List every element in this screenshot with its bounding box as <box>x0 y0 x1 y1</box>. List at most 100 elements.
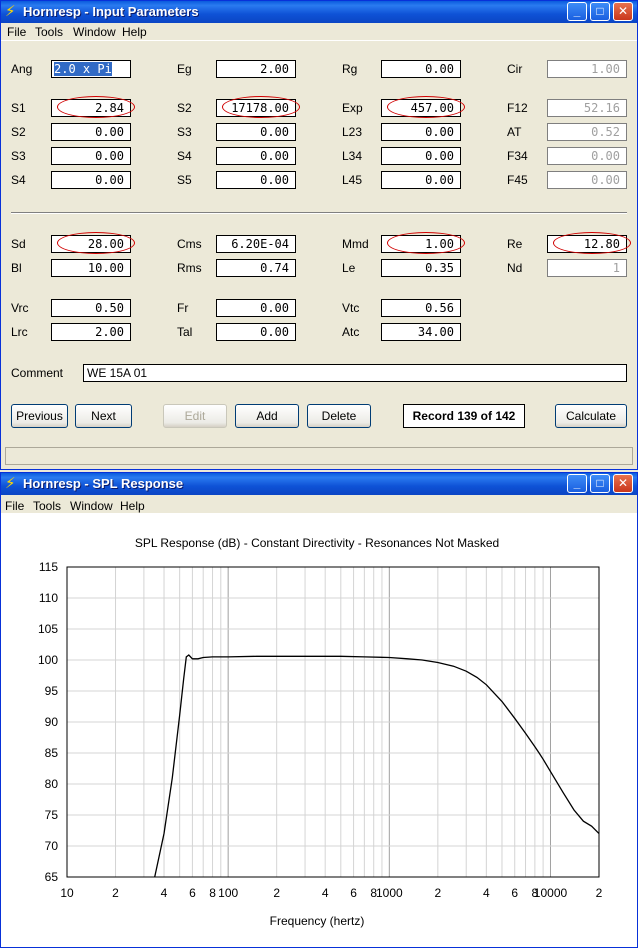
y-tick-label: 115 <box>39 560 58 574</box>
param-field-nd[interactable]: 1 <box>547 259 627 277</box>
param-field-vtc[interactable]: 0.56 <box>381 299 461 317</box>
y-tick-label: 90 <box>45 715 59 729</box>
param-label-cir: Cir <box>507 62 523 76</box>
param-label-s4: S4 <box>177 149 192 163</box>
param-field-fr[interactable]: 0.00 <box>216 299 296 317</box>
chart-title: SPL Response (dB) - Constant Directivity… <box>135 536 499 550</box>
param-field-cms[interactable]: 6.20E-04 <box>216 235 296 253</box>
param-field-s3[interactable]: 0.00 <box>51 147 131 165</box>
param-field-eg[interactable]: 2.00 <box>216 60 296 78</box>
status-bar <box>5 447 633 465</box>
param-field-rms[interactable]: 0.74 <box>216 259 296 277</box>
next-button[interactable]: Next <box>75 404 132 428</box>
param-field-atc[interactable]: 34.00 <box>381 323 461 341</box>
param-label-mmd: Mmd <box>342 237 369 251</box>
param-label-ang: Ang <box>11 62 33 76</box>
param-field-ang[interactable]: 2.0 x Pi <box>51 60 131 78</box>
menu-tools[interactable]: Tools <box>35 25 63 39</box>
param-field-mmd[interactable]: 1.00 <box>381 235 461 253</box>
menu-help[interactable]: Help <box>122 25 147 39</box>
window-title: Hornresp - SPL Response <box>23 476 184 491</box>
param-label-nd: Nd <box>507 261 523 275</box>
menu-tools[interactable]: Tools <box>33 499 61 513</box>
param-label-s3: S3 <box>11 149 26 163</box>
param-label-cms: Cms <box>177 237 202 251</box>
param-label-vtc: Vtc <box>342 301 360 315</box>
spl-chart: SPL Response (dB) - Constant Directivity… <box>1 513 637 947</box>
maximize-icon[interactable]: □ <box>590 2 610 21</box>
add-button[interactable]: Add <box>235 404 299 428</box>
record-indicator: Record 139 of 142 <box>403 404 525 428</box>
y-tick-label: 105 <box>38 622 58 636</box>
minimize-icon[interactable]: _ <box>567 474 587 493</box>
spl-window-titlebar[interactable]: ⚡ Hornresp - SPL Response _ □ ✕ <box>1 473 637 495</box>
param-field-s3[interactable]: 0.00 <box>216 123 296 141</box>
param-label-f12: F12 <box>507 101 528 115</box>
param-label-bl: Bl <box>11 261 22 275</box>
chart-background <box>1 513 637 947</box>
x-tick-label: 2 <box>273 886 280 900</box>
y-tick-label: 80 <box>45 777 59 791</box>
param-label-s1: S1 <box>11 101 26 115</box>
x-tick-label: 6 <box>511 886 518 900</box>
x-tick-label: 100 <box>218 886 238 900</box>
param-label-f45: F45 <box>507 173 528 187</box>
param-label-rms: Rms <box>177 261 202 275</box>
close-icon[interactable]: ✕ <box>613 2 633 21</box>
param-field-s4[interactable]: 0.00 <box>216 147 296 165</box>
param-field-bl[interactable]: 10.00 <box>51 259 131 277</box>
param-label-l45: L45 <box>342 173 363 187</box>
close-icon[interactable]: ✕ <box>613 474 633 493</box>
param-field-lrc[interactable]: 2.00 <box>51 323 131 341</box>
input-window-titlebar[interactable]: ⚡ Hornresp - Input Parameters _ □ ✕ <box>1 1 637 23</box>
menu-file[interactable]: File <box>7 25 26 39</box>
menu-window[interactable]: Window <box>70 499 113 513</box>
delete-button[interactable]: Delete <box>307 404 371 428</box>
param-field-s2[interactable]: 17178.00 <box>216 99 296 117</box>
param-label-sd: Sd <box>11 237 26 251</box>
param-field-rg[interactable]: 0.00 <box>381 60 461 78</box>
param-field-s4[interactable]: 0.00 <box>51 171 131 189</box>
window-title: Hornresp - Input Parameters <box>23 4 199 19</box>
param-field-exp[interactable]: 457.00 <box>381 99 461 117</box>
param-label-re: Re <box>507 237 523 251</box>
param-field-s2[interactable]: 0.00 <box>51 123 131 141</box>
param-field-f12[interactable]: 52.16 <box>547 99 627 117</box>
param-field-sd[interactable]: 28.00 <box>51 235 131 253</box>
comment-field[interactable]: WE 15A 01 <box>83 364 627 382</box>
param-field-l23[interactable]: 0.00 <box>381 123 461 141</box>
param-field-tal[interactable]: 0.00 <box>216 323 296 341</box>
param-field-vrc[interactable]: 0.50 <box>51 299 131 317</box>
y-tick-label: 85 <box>45 746 59 760</box>
param-field-re[interactable]: 12.80 <box>547 235 627 253</box>
param-field-s1[interactable]: 2.84 <box>51 99 131 117</box>
param-field-f34[interactable]: 0.00 <box>547 147 627 165</box>
y-tick-label: 110 <box>39 591 58 605</box>
y-tick-label: 100 <box>38 653 58 667</box>
previous-button[interactable]: Previous <box>11 404 68 428</box>
param-field-f45[interactable]: 0.00 <box>547 171 627 189</box>
x-tick-label: 4 <box>161 886 168 900</box>
param-field-s5[interactable]: 0.00 <box>216 171 296 189</box>
param-label-l34: L34 <box>342 149 363 163</box>
maximize-icon[interactable]: □ <box>590 474 610 493</box>
param-field-cir[interactable]: 1.00 <box>547 60 627 78</box>
calculate-button[interactable]: Calculate <box>555 404 627 428</box>
param-field-le[interactable]: 0.35 <box>381 259 461 277</box>
x-tick-label: 6 <box>189 886 196 900</box>
edit-button[interactable]: Edit <box>163 404 227 428</box>
param-field-l34[interactable]: 0.00 <box>381 147 461 165</box>
menu-help[interactable]: Help <box>120 499 145 513</box>
param-field-l45[interactable]: 0.00 <box>381 171 461 189</box>
menu-window[interactable]: Window <box>73 25 116 39</box>
minimize-icon[interactable]: _ <box>567 2 587 21</box>
param-label-eg: Eg <box>177 62 192 76</box>
x-axis-label: Frequency (hertz) <box>270 914 365 928</box>
x-tick-label: 10000 <box>534 886 568 900</box>
y-tick-label: 95 <box>45 684 59 698</box>
menu-file[interactable]: File <box>5 499 24 513</box>
spl-response-window: ⚡ Hornresp - SPL Response _ □ ✕ File Too… <box>0 472 638 948</box>
y-tick-label: 75 <box>45 808 59 822</box>
param-label-s3: S3 <box>177 125 192 139</box>
param-field-at[interactable]: 0.52 <box>547 123 627 141</box>
